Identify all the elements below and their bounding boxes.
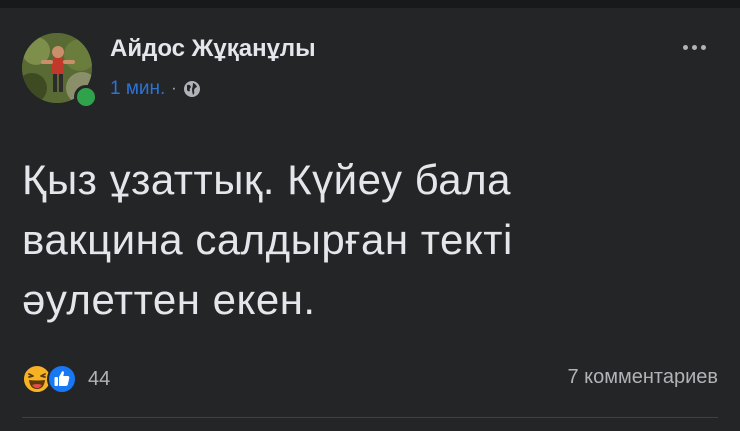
meta-separator: · xyxy=(171,80,177,97)
reaction-count[interactable]: 44 xyxy=(88,368,110,391)
more-dots-icon xyxy=(682,44,688,50)
more-dots-icon xyxy=(700,44,706,50)
more-dots-icon xyxy=(691,44,697,50)
author-avatar[interactable] xyxy=(22,33,98,109)
post-card: Айдос Жұқанұлы 1 мин. · Қыз ұзаттық. Күй… xyxy=(0,0,740,431)
online-status-indicator xyxy=(74,85,98,109)
more-options-button[interactable] xyxy=(674,35,714,59)
globe-icon[interactable] xyxy=(183,80,201,98)
divider xyxy=(22,417,718,418)
reactions-summary[interactable]: 44 xyxy=(22,364,110,394)
reaction-icons[interactable] xyxy=(22,364,82,394)
author-name[interactable]: Айдос Жұқанұлы xyxy=(110,35,316,63)
post-text: Қыз ұзаттық. Күйеу бала вакцина салдырға… xyxy=(22,156,513,323)
top-divider xyxy=(0,0,740,8)
post-timestamp[interactable]: 1 мин. xyxy=(110,78,165,100)
post-meta: 1 мин. · xyxy=(110,78,201,100)
like-icon xyxy=(47,364,77,394)
comments-count-link[interactable]: 7 комментариев xyxy=(567,366,718,389)
